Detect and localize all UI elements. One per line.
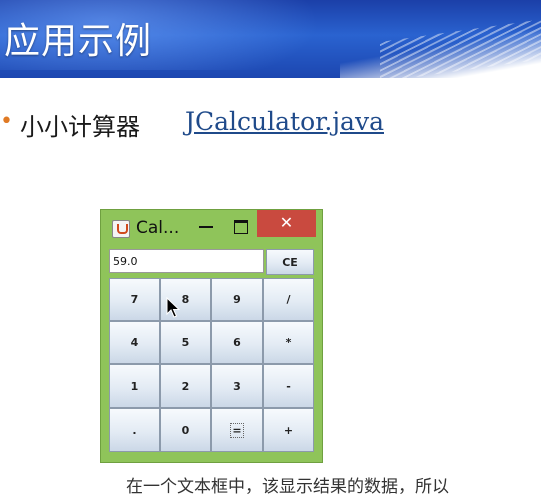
banner-decoration [380, 13, 541, 78]
key-multiply[interactable]: * [263, 321, 314, 364]
key-subtract[interactable]: - [263, 364, 314, 408]
key-4[interactable]: 4 [109, 321, 160, 364]
key-3[interactable]: 3 [211, 364, 263, 408]
close-button[interactable]: ✕ [257, 210, 316, 237]
calculator-window: Cal... ✕ 59.0 CE 7 8 9 / 4 5 6 * 1 2 3 -… [101, 210, 322, 462]
key-0[interactable]: 0 [160, 408, 211, 452]
key-5[interactable]: 5 [160, 321, 211, 364]
file-link[interactable]: JCalculator.java [185, 107, 384, 136]
window-title: Cal... [136, 218, 180, 238]
slide-body-text: 在一个文本框中，该显示结果的数据，所以 [126, 477, 449, 497]
key-add[interactable]: + [263, 408, 314, 452]
clear-entry-button[interactable]: CE [266, 249, 314, 275]
maximize-icon[interactable] [234, 220, 248, 234]
key-1[interactable]: 1 [109, 364, 160, 408]
key-9[interactable]: 9 [211, 278, 263, 321]
key-6[interactable]: 6 [211, 321, 263, 364]
window-titlebar[interactable]: Cal... ✕ [101, 210, 322, 244]
bullet-text: 小小计算器 [20, 113, 140, 141]
key-divide[interactable]: / [263, 278, 314, 321]
java-app-icon[interactable] [112, 220, 130, 238]
bullet-dot-icon: • [0, 109, 13, 134]
slide-title: 应用示例 [4, 21, 153, 62]
slide-banner: 应用示例 [0, 0, 541, 78]
minimize-icon[interactable] [199, 226, 213, 228]
key-equals[interactable]: = [211, 408, 263, 452]
key-7[interactable]: 7 [109, 278, 160, 321]
key-decimal[interactable]: . [109, 408, 160, 452]
close-icon: ✕ [279, 213, 294, 232]
key-2[interactable]: 2 [160, 364, 211, 408]
result-display[interactable]: 59.0 [109, 249, 264, 273]
